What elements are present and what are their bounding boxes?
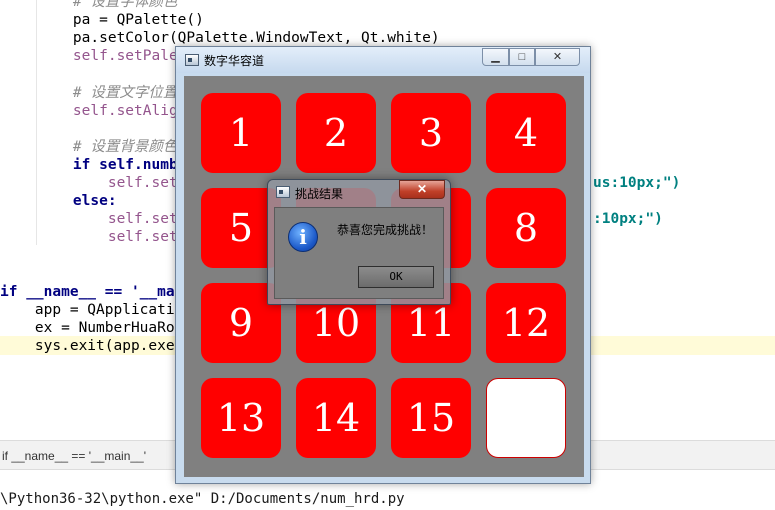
code-line-comment-font-color: # 设置字体颜色 <box>38 0 178 10</box>
code-line-else: else: <box>38 193 117 209</box>
tile-12[interactable]: 12 <box>486 283 566 363</box>
game-window-title: 数字华容道 <box>204 54 265 68</box>
code-line-numberhuarong: ex = NumberHuaRo <box>0 320 175 336</box>
tile-3[interactable]: 3 <box>391 93 471 173</box>
code-line-setcolor: pa.setColor(QPalette.WindowText, Qt.whit… <box>38 30 440 46</box>
code-line-qapplication: app = QApplicati <box>0 302 175 318</box>
dialog-close-button[interactable]: ✕ <box>399 180 445 199</box>
code-line-sys-exit: sys.exit(app.exe <box>0 338 175 354</box>
tile-1[interactable]: 1 <box>201 93 281 173</box>
minimize-button[interactable]: ▁ <box>482 48 509 66</box>
code-line-setpalette: self.setPale <box>38 48 178 64</box>
tile-14[interactable]: 14 <box>296 378 376 458</box>
fold-gutter <box>36 0 37 245</box>
code-line-if-number: if self.numbe <box>38 157 187 173</box>
code-line-style-radius-2: :10px;") <box>593 211 663 227</box>
code-line-comment-text-position: # 设置文字位置 <box>38 85 178 101</box>
app-window-icon <box>185 54 199 66</box>
close-button[interactable]: ✕ <box>535 48 580 66</box>
code-line-setalignment: self.setAlig <box>38 103 178 119</box>
result-dialog: 挑战结果 ✕ i 恭喜您完成挑战！ OK <box>267 179 451 305</box>
code-line-style-radius-1: us:10px;") <box>593 175 681 191</box>
code-line-comment-bg-color: # 设置背景颜色 <box>38 139 178 155</box>
information-icon: i <box>288 222 318 252</box>
console-command-line: \Python36-32\python.exe" D:/Documents/nu… <box>0 491 405 507</box>
tile-8[interactable]: 8 <box>486 188 566 268</box>
code-line-setstyle-1: self.set <box>38 175 178 191</box>
dialog-body: i 恭喜您完成挑战！ OK <box>274 207 444 299</box>
tile-2[interactable]: 2 <box>296 93 376 173</box>
dialog-message: 恭喜您完成挑战！ <box>337 223 434 237</box>
code-line-setstyle-3: self.set <box>38 229 178 245</box>
tile-4[interactable]: 4 <box>486 93 566 173</box>
tile-13[interactable]: 13 <box>201 378 281 458</box>
tile-15[interactable]: 15 <box>391 378 471 458</box>
ok-button[interactable]: OK <box>358 266 434 288</box>
code-line-setstyle-2: self.set <box>38 211 178 227</box>
code-line-main-guard: if __name__ == '__ma <box>0 284 175 300</box>
maximize-button[interactable]: □ <box>509 48 535 66</box>
dialog-title: 挑战结果 <box>295 187 344 201</box>
dialog-window-icon <box>276 186 290 198</box>
game-titlebar[interactable]: 数字华容道 ▁ □ ✕ <box>176 47 590 73</box>
tile-empty[interactable] <box>486 378 566 458</box>
code-line-palette: pa = QPalette() <box>38 12 204 28</box>
